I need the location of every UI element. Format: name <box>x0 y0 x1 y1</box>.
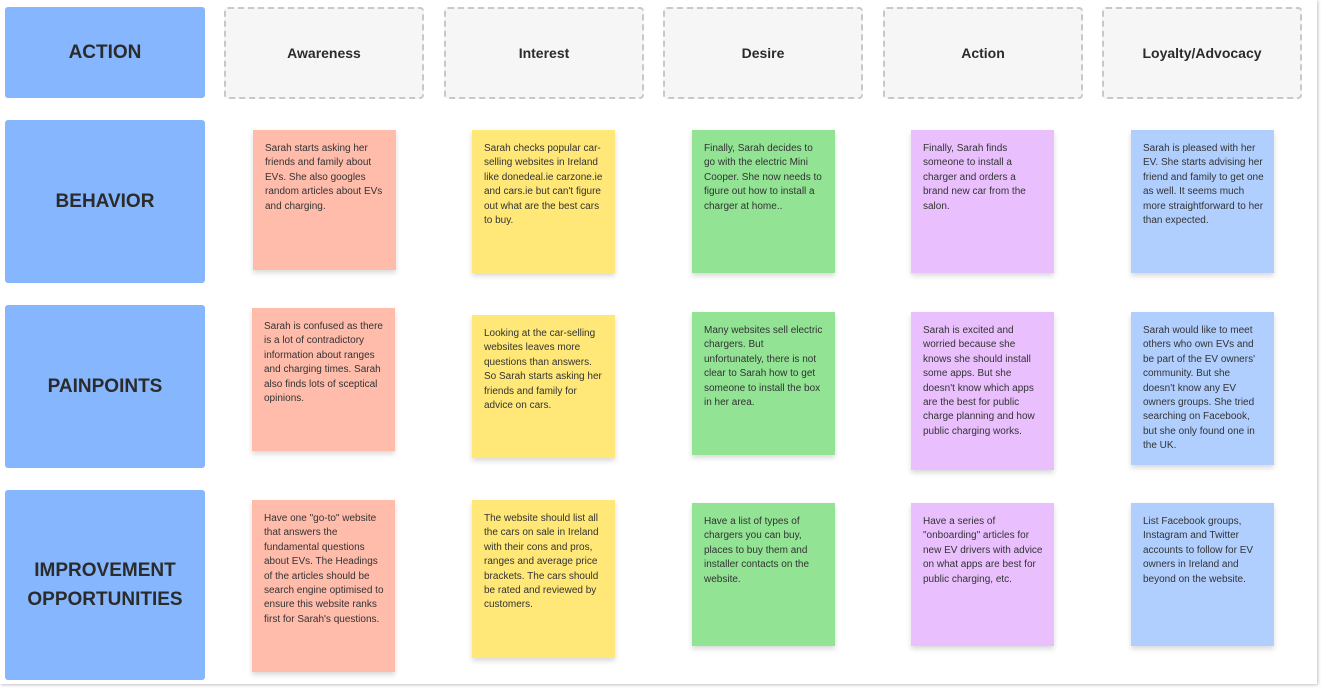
sticky-note-painpoint-awareness[interactable]: Sarah is confused as there is a lot of c… <box>252 308 395 451</box>
sticky-note-behavior-loyalty[interactable]: Sarah is pleased with her EV. She starts… <box>1131 130 1274 273</box>
row-header-painpoints: PAINPOINTS <box>5 305 205 468</box>
sticky-note-painpoint-action[interactable]: Sarah is excited and worried because she… <box>911 312 1054 470</box>
sticky-note-improvement-awareness[interactable]: Have one "go-to" website that answers th… <box>252 500 395 672</box>
sticky-note-painpoint-loyalty[interactable]: Sarah would like to meet others who own … <box>1131 312 1274 465</box>
stage-header-interest: Interest <box>444 7 644 99</box>
sticky-note-painpoint-desire[interactable]: Many websites sell electric chargers. Bu… <box>692 312 835 455</box>
sticky-note-behavior-awareness[interactable]: Sarah starts asking her friends and fami… <box>253 130 396 270</box>
stage-header-loyalty-advocacy: Loyalty/Advocacy <box>1102 7 1302 99</box>
stage-header-action: Action <box>883 7 1083 99</box>
sticky-note-behavior-interest[interactable]: Sarah checks popular car-selling website… <box>472 130 615 273</box>
sticky-note-painpoint-interest[interactable]: Looking at the car-selling websites leav… <box>472 315 615 458</box>
sticky-note-behavior-action[interactable]: Finally, Sarah finds someone to install … <box>911 130 1054 273</box>
sticky-note-behavior-desire[interactable]: Finally, Sarah decides to go with the el… <box>692 130 835 273</box>
sticky-note-improvement-desire[interactable]: Have a list of types of chargers you can… <box>692 503 835 646</box>
row-header-action: ACTION <box>5 7 205 98</box>
row-header-behavior: BEHAVIOR <box>5 120 205 283</box>
sticky-note-improvement-interest[interactable]: The website should list all the cars on … <box>472 500 615 658</box>
sticky-note-improvement-loyalty[interactable]: List Facebook groups, Instagram and Twit… <box>1131 503 1274 646</box>
stage-header-awareness: Awareness <box>224 7 424 99</box>
stage-header-desire: Desire <box>663 7 863 99</box>
row-header-improvement-opportunities: IMPROVEMENT OPPORTUNITIES <box>5 490 205 680</box>
journey-map-board: ACTION BEHAVIOR PAINPOINTS IMPROVEMENT O… <box>0 0 1317 684</box>
sticky-note-improvement-action[interactable]: Have a series of "onboarding" articles f… <box>911 503 1054 646</box>
